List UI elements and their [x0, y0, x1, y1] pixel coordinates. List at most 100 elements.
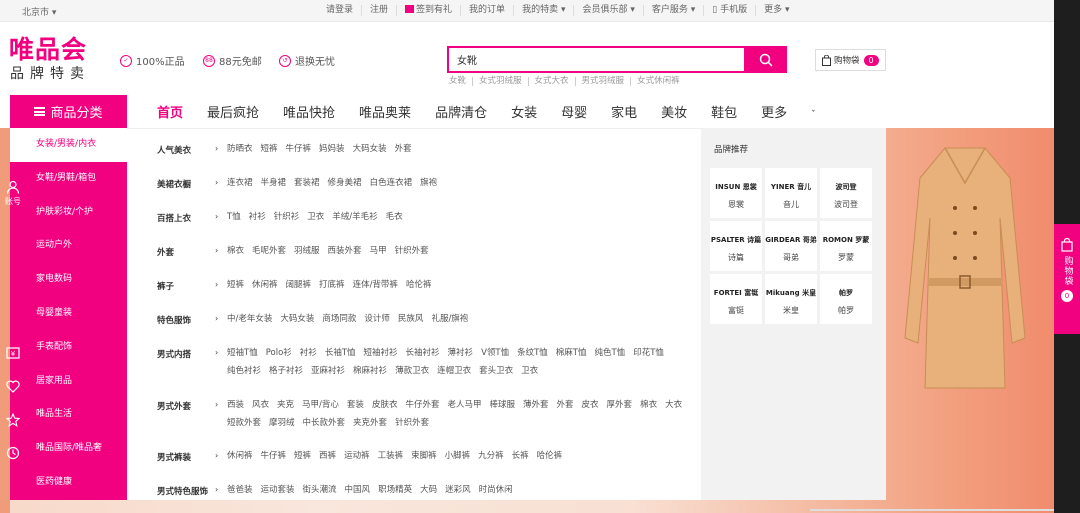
flyout-link[interactable]: 束脚裤	[411, 447, 437, 465]
flyout-link[interactable]: 街头潮流	[303, 481, 337, 499]
flyout-link[interactable]: 马甲	[370, 242, 387, 260]
flyout-link[interactable]: 针织外套	[395, 242, 429, 260]
brand-tile[interactable]: Mikuang 米皇 米皇	[765, 274, 817, 324]
nav-item-women[interactable]: 女装	[511, 102, 537, 121]
flyout-link[interactable]: 棉衣	[227, 242, 244, 260]
flyout-link[interactable]: 短袖衬衫	[364, 344, 398, 362]
search-button[interactable]	[745, 46, 787, 73]
flyout-link[interactable]: 牛仔外套	[405, 396, 439, 414]
flyout-link[interactable]: 牛仔裤	[286, 140, 312, 158]
brand-tile[interactable]: YINER 音儿 音儿	[765, 168, 817, 218]
flyout-link[interactable]: 风衣	[252, 396, 269, 414]
nav-item-shoes-bags[interactable]: 鞋包	[711, 102, 737, 121]
category-item[interactable]: 护肤彩妆/个护	[10, 196, 127, 230]
city-selector[interactable]: 北京市 ▾	[22, 5, 56, 18]
flyout-row-label[interactable]: 男式内搭	[157, 348, 191, 360]
customer-service-link[interactable]: 客户服务 ▾	[642, 5, 703, 16]
flyout-row-label[interactable]: 男式特色服饰	[157, 485, 208, 497]
flyout-link[interactable]: 连帽卫衣	[437, 362, 471, 380]
flyout-link[interactable]: 白色连衣裙	[370, 174, 413, 192]
flyout-link[interactable]: 长裤	[512, 447, 529, 465]
flyout-link[interactable]: 西装外套	[328, 242, 362, 260]
favorites-button[interactable]	[0, 380, 26, 393]
flyout-link[interactable]: 纯色衬衫	[227, 362, 261, 380]
flyout-link[interactable]: 半身裙	[261, 174, 287, 192]
flyout-link[interactable]: 纯色T恤	[594, 344, 625, 362]
flyout-row-label[interactable]: 人气美衣	[157, 144, 191, 156]
nav-item-clearance[interactable]: 品牌清仓	[435, 102, 487, 121]
flyout-link[interactable]: 毛衣	[386, 208, 403, 226]
nav-item-home[interactable]: 首页	[157, 102, 183, 121]
flyout-row-label[interactable]: 男式裤装	[157, 451, 191, 463]
flyout-link[interactable]: 卫衣	[521, 362, 538, 380]
brand-tile[interactable]: ROMON 罗蒙 罗蒙	[820, 221, 872, 271]
my-orders-link[interactable]: 我的订单	[460, 5, 513, 16]
flyout-link[interactable]: 长袖T恤	[325, 344, 356, 362]
flyout-link[interactable]: 套装裙	[294, 174, 320, 192]
flyout-link[interactable]: 羽绒服	[294, 242, 320, 260]
category-menu-button[interactable]: 商品分类	[10, 95, 127, 128]
category-item[interactable]: 女鞋/男鞋/箱包	[10, 162, 127, 196]
flyout-link[interactable]: 亚麻衬衫	[311, 362, 345, 380]
flyout-link[interactable]: 时尚休闲	[479, 481, 513, 499]
hot-keyword[interactable]: 女靴	[449, 77, 472, 86]
flyout-link[interactable]: 外套	[395, 140, 412, 158]
flyout-link[interactable]: 大码女装	[353, 140, 387, 158]
hot-keyword[interactable]: 女式休闲裤	[630, 77, 686, 86]
hot-keyword[interactable]: 男式羽绒服	[574, 77, 631, 86]
flyout-link[interactable]: 工装裤	[378, 447, 404, 465]
flyout-link[interactable]: Polo衫	[266, 344, 292, 362]
flyout-link[interactable]: 条纹T恤	[517, 344, 548, 362]
flyout-link[interactable]: T恤	[227, 208, 241, 226]
flyout-link[interactable]: 薄外套	[523, 396, 549, 414]
flyout-link[interactable]: 夹克外套	[353, 414, 387, 432]
flyout-link[interactable]: 短裤	[294, 447, 311, 465]
flyout-link[interactable]: 哈伦裤	[406, 276, 432, 294]
flyout-link[interactable]: 衬衫	[249, 208, 266, 226]
flyout-link[interactable]: 连衣裙	[227, 174, 253, 192]
flyout-link[interactable]: 九分裤	[478, 447, 504, 465]
flyout-row-label[interactable]: 美裙衣橱	[157, 178, 191, 190]
flyout-link[interactable]: 摩羽绒	[269, 414, 295, 432]
history-button[interactable]	[0, 446, 26, 460]
account-button[interactable]: 账号	[0, 180, 26, 207]
brand-tile[interactable]: INSUN 恩裳 恩裳	[710, 168, 762, 218]
category-item[interactable]: 家电数码	[10, 263, 127, 297]
flyout-link[interactable]: 西装	[227, 396, 244, 414]
logo[interactable]: 唯品会	[9, 36, 87, 64]
nav-item-last-rush[interactable]: 最后疯抢	[207, 102, 259, 121]
flyout-link[interactable]: 阔腿裤	[286, 276, 312, 294]
register-link[interactable]: 注册	[361, 5, 396, 16]
flyout-link[interactable]: 薄款卫衣	[395, 362, 429, 380]
flyout-link[interactable]: 西裤	[319, 447, 336, 465]
signin-gift-link[interactable]: 签到有礼	[396, 5, 460, 16]
flyout-link[interactable]: 爸爸装	[227, 481, 253, 499]
hot-keyword[interactable]: 女式羽绒服	[472, 77, 528, 86]
brand-tile[interactable]: FORTEI 富铤 富铤	[710, 274, 762, 324]
flyout-link[interactable]: 外套	[557, 396, 574, 414]
nav-item-more[interactable]: 更多 ˇ	[761, 102, 840, 121]
category-item[interactable]: 运动户外	[10, 229, 127, 263]
flyout-link[interactable]: 连体/背带裤	[353, 276, 398, 294]
nav-item-appliances[interactable]: 家电	[611, 102, 637, 121]
flyout-link[interactable]: 短袖T恤	[227, 344, 258, 362]
flyout-link[interactable]: 格子衬衫	[269, 362, 303, 380]
flyout-link[interactable]: 皮衣	[582, 396, 599, 414]
flyout-link[interactable]: 运动裤	[344, 447, 370, 465]
flyout-link[interactable]: 衬衫	[300, 344, 317, 362]
brand-tile[interactable]: 帕罗 帕罗	[820, 274, 872, 324]
flyout-link[interactable]: 商场同款	[322, 310, 356, 328]
flyout-link[interactable]: 卫衣	[307, 208, 324, 226]
flyout-link[interactable]: 修身美裙	[328, 174, 362, 192]
mobile-link[interactable]: ▯ 手机版	[703, 5, 755, 16]
brand-tile[interactable]: 波司登 波司登	[820, 168, 872, 218]
flyout-link[interactable]: 短裤	[227, 276, 244, 294]
category-item[interactable]: 手表配饰	[10, 331, 127, 365]
flyout-link[interactable]: 牛仔裤	[261, 447, 287, 465]
flyout-link[interactable]: 职场精英	[378, 481, 412, 499]
flyout-row-label[interactable]: 特色服饰	[157, 314, 191, 326]
flyout-link[interactable]: 运动套装	[261, 481, 295, 499]
category-item[interactable]: 唯品生活	[10, 398, 127, 432]
category-item[interactable]: 母婴童装	[10, 297, 127, 331]
login-link[interactable]: 请登录	[318, 5, 361, 16]
